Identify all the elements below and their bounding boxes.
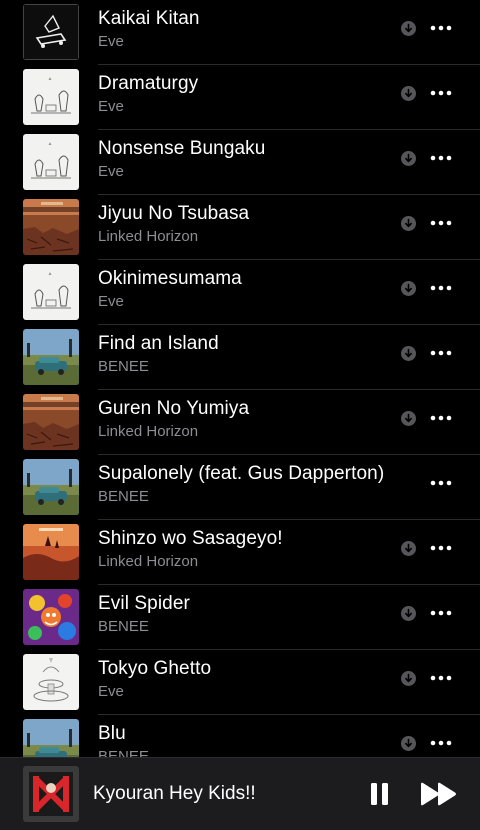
pause-icon (371, 783, 388, 805)
now-playing-title[interactable]: Kyouran Hey Kids!! (93, 783, 256, 805)
next-track-button[interactable] (418, 780, 460, 808)
more-options-button[interactable] (428, 277, 454, 299)
song-row[interactable]: Blu BENEE (0, 715, 480, 757)
album-artwork (23, 264, 79, 320)
song-artist: BENEE (98, 488, 149, 505)
song-list: Kaikai Kitan Eve Dramaturgy Eve Nonsense B… (0, 0, 480, 757)
song-title: Evil Spider (98, 593, 190, 614)
ellipsis-icon (430, 285, 452, 291)
song-title: Guren No Yumiya (98, 398, 250, 419)
more-options-button[interactable] (428, 147, 454, 169)
song-artist: Linked Horizon (98, 228, 199, 245)
song-row[interactable]: Evil Spider BENEE (0, 585, 480, 650)
more-options-button[interactable] (428, 667, 454, 689)
ellipsis-icon (430, 350, 452, 356)
ellipsis-icon (430, 610, 452, 616)
album-artwork (23, 589, 79, 645)
song-title: Blu (98, 723, 126, 744)
ellipsis-icon (430, 155, 452, 161)
more-options-button[interactable] (428, 342, 454, 364)
album-artwork (23, 4, 79, 60)
song-artist: BENEE (98, 618, 149, 635)
download-icon[interactable] (401, 21, 416, 36)
song-title: Find an Island (98, 333, 219, 354)
album-artwork (23, 654, 79, 710)
download-icon[interactable] (401, 541, 416, 556)
album-artwork (23, 69, 79, 125)
song-row[interactable]: Find an Island BENEE (0, 325, 480, 390)
forward-icon (421, 782, 456, 806)
song-title: Nonsense Bungaku (98, 138, 266, 159)
download-icon[interactable] (401, 346, 416, 361)
now-playing-artwork (23, 766, 79, 822)
download-icon[interactable] (401, 281, 416, 296)
song-row[interactable]: Kaikai Kitan Eve (0, 0, 480, 65)
song-row[interactable]: Dramaturgy Eve (0, 65, 480, 130)
song-row[interactable]: Jiyuu No Tsubasa Linked Horizon (0, 195, 480, 260)
download-icon[interactable] (401, 606, 416, 621)
song-row[interactable]: Tokyo Ghetto Eve (0, 650, 480, 715)
ellipsis-icon (430, 220, 452, 226)
song-title: Supalonely (feat. Gus Dapperton) (98, 463, 385, 484)
album-artwork (23, 329, 79, 385)
song-title: Kaikai Kitan (98, 8, 200, 29)
song-title: Tokyo Ghetto (98, 658, 212, 679)
more-options-button[interactable] (428, 212, 454, 234)
download-icon[interactable] (401, 151, 416, 166)
more-options-button[interactable] (428, 537, 454, 559)
ellipsis-icon (430, 90, 452, 96)
ellipsis-icon (430, 740, 452, 746)
song-artist: Linked Horizon (98, 423, 199, 440)
song-row[interactable]: Guren No Yumiya Linked Horizon (0, 390, 480, 455)
album-artwork (23, 459, 79, 515)
download-icon[interactable] (401, 86, 416, 101)
album-artwork (23, 199, 79, 255)
more-options-button[interactable] (428, 17, 454, 39)
download-icon[interactable] (401, 411, 416, 426)
song-artist: Eve (98, 33, 124, 50)
song-title: Jiyuu No Tsubasa (98, 203, 250, 224)
album-artwork (23, 134, 79, 190)
ellipsis-icon (430, 675, 452, 681)
song-artist: Eve (98, 683, 124, 700)
song-artist: Linked Horizon (98, 553, 199, 570)
song-artist: BENEE (98, 358, 149, 375)
album-artwork (23, 719, 79, 757)
song-row[interactable]: Shinzo wo Sasageyo! Linked Horizon (0, 520, 480, 585)
download-icon[interactable] (401, 736, 416, 751)
song-title: Okinimesumama (98, 268, 242, 289)
download-icon[interactable] (401, 216, 416, 231)
download-icon[interactable] (401, 671, 416, 686)
more-options-button[interactable] (428, 407, 454, 429)
mini-player[interactable]: Kyouran Hey Kids!! (0, 757, 480, 830)
ellipsis-icon (430, 25, 452, 31)
pause-button[interactable] (367, 780, 393, 808)
more-options-button[interactable] (428, 602, 454, 624)
ellipsis-icon (430, 545, 452, 551)
more-options-button[interactable] (428, 732, 454, 754)
song-title: Shinzo wo Sasageyo! (98, 528, 283, 549)
song-row[interactable]: Okinimesumama Eve (0, 260, 480, 325)
more-options-button[interactable] (428, 82, 454, 104)
song-artist: Eve (98, 163, 124, 180)
ellipsis-icon (430, 480, 452, 486)
song-artist: Eve (98, 98, 124, 115)
ellipsis-icon (430, 415, 452, 421)
song-artist: BENEE (98, 748, 149, 757)
song-row[interactable]: Supalonely (feat. Gus Dapperton) BENEE (0, 455, 480, 520)
album-artwork (23, 524, 79, 580)
song-artist: Eve (98, 293, 124, 310)
more-options-button[interactable] (428, 472, 454, 494)
song-title: Dramaturgy (98, 73, 199, 94)
album-artwork (23, 394, 79, 450)
song-row[interactable]: Nonsense Bungaku Eve (0, 130, 480, 195)
